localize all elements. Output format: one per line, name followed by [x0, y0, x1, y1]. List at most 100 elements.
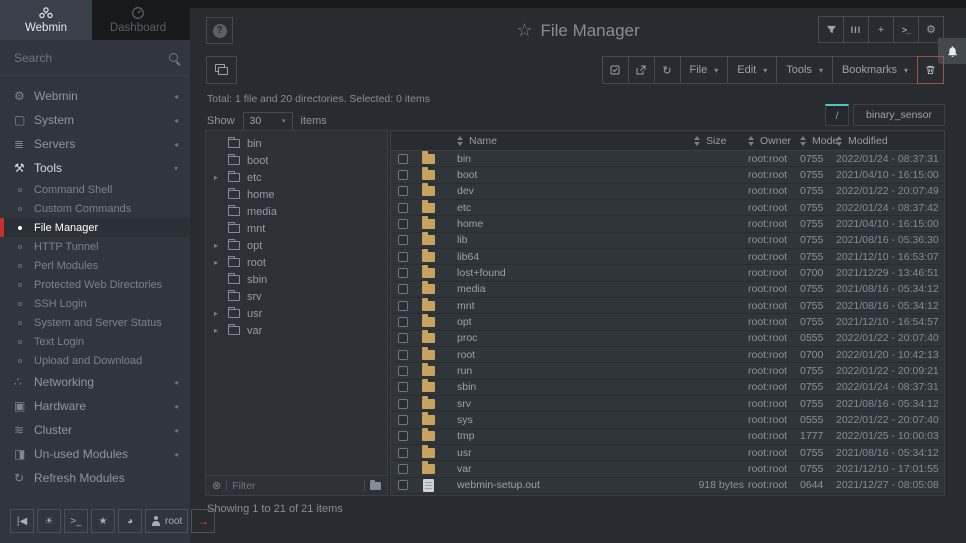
sidebar-item[interactable]: ⚙ Webmin ◂ — [0, 84, 190, 108]
file-name[interactable]: sbin — [457, 381, 476, 393]
table-row[interactable]: usr root:root 0755 2021/08/16 - 05:34:12 — [391, 445, 944, 461]
sidebar-subitem[interactable]: Text Login — [0, 332, 190, 351]
sidebar-item[interactable]: ≣ Servers ◂ — [0, 132, 190, 156]
file-name[interactable]: lib64 — [457, 251, 479, 263]
row-checkbox[interactable] — [398, 333, 408, 343]
table-row[interactable]: sys root:root 0555 2022/01/22 - 20:07:40 — [391, 412, 944, 428]
sidebar-subitem[interactable]: System and Server Status — [0, 313, 190, 332]
row-checkbox[interactable] — [398, 252, 408, 262]
file-name[interactable]: root — [457, 349, 475, 361]
clear-filter-icon[interactable]: ⊗ — [212, 479, 221, 492]
sidebar-subitem[interactable]: File Manager — [0, 218, 190, 237]
file-name[interactable]: run — [457, 365, 472, 377]
help-button[interactable]: ? — [206, 17, 233, 44]
row-checkbox[interactable] — [398, 382, 408, 392]
expand-arrow-icon[interactable]: ▸ — [214, 309, 227, 318]
select-all-button[interactable] — [602, 56, 629, 84]
file-name[interactable]: home — [457, 218, 483, 230]
sidebar-subitem[interactable]: Protected Web Directories — [0, 275, 190, 294]
tree-item[interactable]: ▸ opt — [206, 237, 387, 254]
theme-toggle-button[interactable]: ☀ — [37, 509, 61, 533]
row-checkbox[interactable] — [398, 350, 408, 360]
tools-menu-button[interactable]: Tools ▾ — [776, 56, 833, 84]
row-checkbox[interactable] — [398, 154, 408, 164]
file-menu-button[interactable]: File ▾ — [680, 56, 729, 84]
tree-item[interactable]: ▸ media — [206, 203, 387, 220]
row-checkbox[interactable] — [398, 235, 408, 245]
row-checkbox[interactable] — [398, 448, 408, 458]
table-row[interactable]: tmp root:root 1777 2022/01/25 - 10:00:03 — [391, 429, 944, 445]
row-checkbox[interactable] — [398, 464, 408, 474]
file-name[interactable]: proc — [457, 332, 477, 344]
row-checkbox[interactable] — [398, 317, 408, 327]
table-row[interactable]: srv root:root 0755 2021/08/16 - 05:34:12 — [391, 396, 944, 412]
sidebar-item-tools[interactable]: ⚒ Tools ▾ — [0, 156, 190, 180]
tree-item[interactable]: ▸ home — [206, 186, 387, 203]
favorites-button[interactable]: ★ — [91, 509, 115, 533]
column-header-name[interactable]: Name — [441, 135, 694, 147]
table-row[interactable]: root root:root 0700 2022/01/20 - 10:42:1… — [391, 347, 944, 363]
file-name[interactable]: boot — [457, 169, 477, 181]
column-header-mode[interactable]: Mode — [800, 135, 836, 147]
row-checkbox[interactable] — [398, 186, 408, 196]
tree-filter-input[interactable] — [232, 480, 359, 492]
sort-icon[interactable] — [694, 136, 701, 146]
expand-arrow-icon[interactable]: ▸ — [214, 258, 227, 267]
column-header-size[interactable]: Size — [694, 135, 748, 147]
row-checkbox[interactable] — [398, 366, 408, 376]
expand-arrow-icon[interactable]: ▸ — [214, 173, 227, 182]
tree-item[interactable]: ▸ etc — [206, 169, 387, 186]
table-row[interactable]: lib root:root 0755 2021/08/16 - 05:36:30 — [391, 233, 944, 249]
file-name[interactable]: tmp — [457, 430, 475, 442]
file-name[interactable]: usr — [457, 447, 472, 459]
tree-item[interactable]: ▸ var — [206, 322, 387, 339]
table-row[interactable]: lost+found root:root 0700 2021/12/29 - 1… — [391, 265, 944, 281]
file-name[interactable]: media — [457, 283, 486, 295]
shell-button[interactable]: >_ — [893, 16, 919, 43]
tree-item[interactable]: ▸ root — [206, 254, 387, 271]
file-name[interactable]: sys — [457, 414, 473, 426]
user-button[interactable]: root — [145, 509, 188, 533]
tree-item[interactable]: ▸ usr — [206, 305, 387, 322]
file-name[interactable]: opt — [457, 316, 472, 328]
sidebar-item[interactable]: ◨ Un-used Modules ◂ — [0, 442, 190, 466]
row-checkbox[interactable] — [398, 219, 408, 229]
expand-arrow-icon[interactable]: ▸ — [214, 326, 227, 335]
filter-button[interactable] — [818, 16, 844, 43]
file-name[interactable]: lost+found — [457, 267, 506, 279]
row-checkbox[interactable] — [398, 415, 408, 425]
file-name[interactable]: dev — [457, 185, 474, 197]
table-row[interactable]: lib64 root:root 0755 2021/12/10 - 16:53:… — [391, 249, 944, 265]
sidebar-subitem[interactable]: Upload and Download — [0, 351, 190, 370]
sort-icon[interactable] — [457, 136, 464, 146]
table-row[interactable]: bin root:root 0755 2022/01/24 - 08:37:31 — [391, 151, 944, 167]
tree-item[interactable]: ▸ sbin — [206, 271, 387, 288]
paste-buffer-button[interactable] — [206, 56, 237, 84]
table-row[interactable]: sbin root:root 0755 2022/01/24 - 08:37:3… — [391, 380, 944, 396]
bookmarks-menu-button[interactable]: Bookmarks ▾ — [832, 56, 918, 84]
sort-icon[interactable] — [748, 136, 755, 146]
sidebar-subitem[interactable]: HTTP Tunnel — [0, 237, 190, 256]
row-checkbox[interactable] — [398, 399, 408, 409]
terminal-button[interactable]: >_ — [64, 509, 88, 533]
export-button[interactable] — [628, 56, 655, 84]
columns-button[interactable]: III — [843, 16, 869, 43]
add-button[interactable]: + — [868, 16, 894, 43]
column-header-owner[interactable]: Owner — [748, 135, 800, 147]
row-checkbox[interactable] — [398, 431, 408, 441]
column-header-modified[interactable]: Modified — [836, 135, 944, 147]
file-name[interactable]: srv — [457, 398, 471, 410]
file-name[interactable]: webmin-setup.out — [457, 479, 540, 491]
table-row[interactable]: opt root:root 0755 2021/12/10 - 16:54:57 — [391, 314, 944, 330]
table-row[interactable]: etc root:root 0755 2022/01/24 - 08:37:42 — [391, 200, 944, 216]
tree-item[interactable]: ▸ bin — [206, 135, 387, 152]
table-row[interactable]: webmin-setup.out 918 bytes root:root 064… — [391, 478, 944, 494]
tab-webmin[interactable]: Webmin — [0, 0, 92, 40]
table-row[interactable]: media root:root 0755 2021/08/16 - 05:34:… — [391, 282, 944, 298]
sidebar-subitem[interactable]: Perl Modules — [0, 256, 190, 275]
breadcrumb-root[interactable]: / — [825, 104, 849, 126]
favorite-star-icon[interactable]: ☆ — [516, 20, 532, 40]
table-row[interactable]: boot root:root 0755 2021/04/10 - 16:15:0… — [391, 167, 944, 183]
file-name[interactable]: var — [457, 463, 472, 475]
row-checkbox[interactable] — [398, 301, 408, 311]
